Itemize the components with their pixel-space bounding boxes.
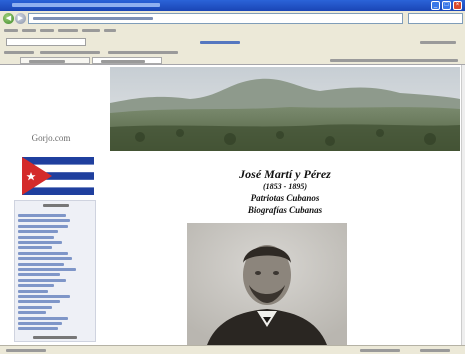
google-bar-item[interactable] — [420, 41, 456, 44]
cuban-flag-image — [22, 157, 94, 195]
tab-1[interactable] — [20, 57, 90, 64]
minimize-button[interactable]: _ — [431, 1, 440, 10]
sidebar-link-placeholder — [18, 257, 72, 261]
portrait-photo-image — [187, 223, 347, 345]
forward-button[interactable]: ▶ — [15, 13, 26, 24]
close-button[interactable]: × — [453, 1, 462, 10]
sidebar-link-placeholder — [18, 305, 52, 309]
menu-tools[interactable] — [82, 29, 100, 32]
tab-strip — [0, 57, 465, 64]
status-bar — [0, 345, 465, 354]
title-bar: _ □ × — [0, 0, 465, 11]
address-text-placeholder — [33, 17, 153, 20]
tab-label-placeholder — [29, 60, 65, 63]
menu-help[interactable] — [104, 29, 116, 32]
status-zone — [360, 349, 400, 352]
links-item[interactable] — [108, 51, 178, 54]
page-subtitle-patriotas[interactable]: Patriotas Cubanos — [110, 193, 460, 203]
links-item[interactable] — [4, 51, 34, 54]
page-years: (1853 - 1895) — [263, 182, 307, 191]
landscape-banner-image — [110, 67, 460, 151]
menu-view[interactable] — [40, 29, 54, 32]
back-button[interactable]: ◀ — [3, 13, 14, 24]
sidebar-link-placeholder — [18, 268, 76, 271]
sidebar-link-placeholder — [18, 251, 68, 255]
links-item[interactable] — [40, 51, 100, 54]
sidebar-link-placeholder — [18, 316, 68, 320]
status-zoom[interactable] — [420, 349, 450, 352]
sidebar-link-placeholder — [18, 284, 54, 288]
sidebar-link-placeholder — [18, 322, 62, 325]
sidebar-link-placeholder — [18, 273, 60, 277]
sidebar-link-placeholder — [18, 278, 66, 282]
menu-footer-placeholder — [33, 336, 77, 339]
sidebar-link-placeholder — [18, 224, 68, 228]
browser-window: _ □ × ◀ ▶ Gorjo.com José Martí y Pérez (… — [0, 0, 465, 354]
sidebar-link-placeholder — [18, 230, 58, 234]
sidebar-link-placeholder — [18, 262, 64, 266]
sidebar-link-placeholder — [18, 214, 66, 217]
tab-2[interactable] — [92, 57, 162, 64]
status-text-placeholder — [6, 349, 46, 352]
sidebar-link-placeholder — [18, 219, 70, 223]
menu-file[interactable] — [4, 29, 18, 32]
sidebar-menu — [14, 200, 96, 342]
page-content: Gorjo.com José Martí y Pérez (1853 - 189… — [0, 65, 461, 345]
google-bar-item[interactable] — [200, 41, 240, 44]
search-box[interactable] — [408, 13, 463, 24]
menu-favorites[interactable] — [58, 29, 78, 32]
command-bar[interactable] — [330, 59, 458, 62]
maximize-button[interactable]: □ — [442, 1, 451, 10]
google-search-input[interactable] — [6, 38, 86, 46]
page-subtitle-biografias[interactable]: Biografías Cubanas — [110, 205, 460, 215]
sidebar-link-placeholder — [18, 327, 58, 331]
sidebar-link-placeholder — [18, 289, 48, 293]
sidebar-link-placeholder — [18, 246, 52, 250]
vertical-scrollbar[interactable] — [461, 65, 465, 345]
sidebar-link-placeholder — [18, 235, 54, 239]
links-bar — [0, 48, 465, 56]
site-brand[interactable]: Gorjo.com — [6, 133, 96, 143]
address-bar[interactable] — [28, 13, 403, 24]
browser-chrome: ◀ ▶ — [0, 11, 465, 65]
window-title-placeholder — [12, 3, 160, 7]
sidebar-link-placeholder — [18, 295, 70, 298]
tab-label-placeholder — [101, 60, 145, 63]
sidebar: Gorjo.com — [0, 65, 98, 345]
menu-edit[interactable] — [22, 29, 36, 32]
sidebar-link-placeholder — [18, 300, 60, 304]
google-toolbar — [0, 37, 465, 47]
sidebar-link-placeholder — [18, 311, 46, 315]
sidebar-link-placeholder — [18, 241, 62, 244]
menu-title-placeholder — [43, 204, 69, 207]
page-title: José Martí y Pérez — [239, 167, 331, 181]
